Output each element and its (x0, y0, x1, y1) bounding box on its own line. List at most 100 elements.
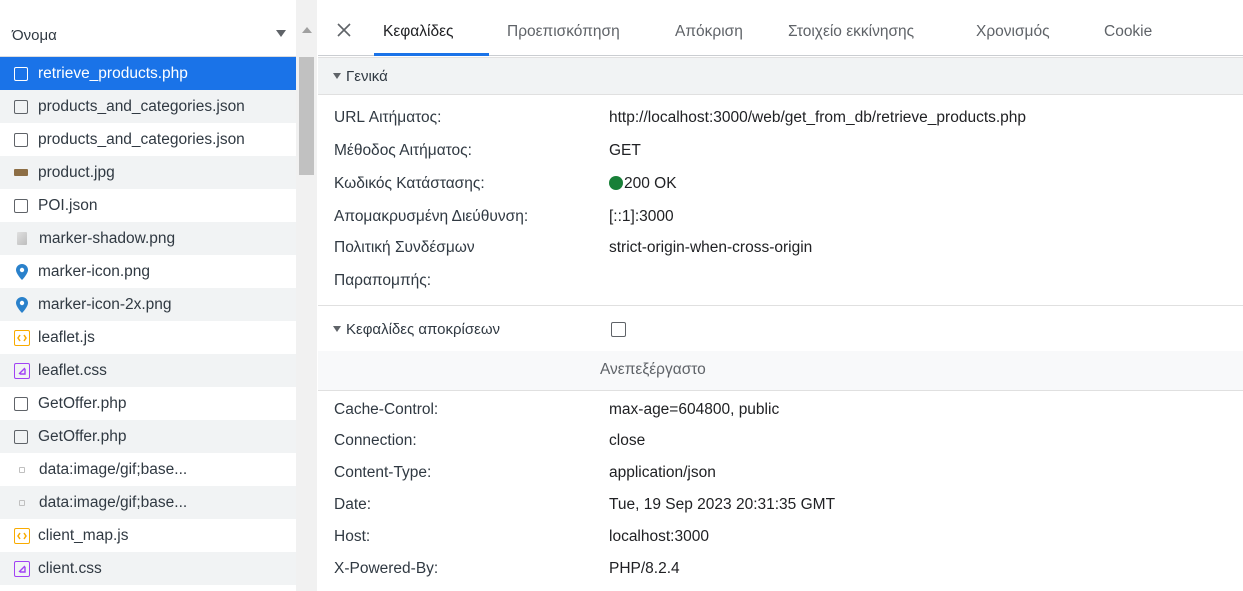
request-row[interactable]: leaflet.css (0, 354, 296, 387)
image-icon (14, 169, 28, 176)
general-section-header[interactable]: Γενικά (318, 57, 1243, 95)
request-row[interactable]: marker-icon.png (0, 255, 296, 288)
script-icon (14, 329, 30, 346)
image-icon (17, 232, 27, 245)
status-text: 200 OK (624, 175, 677, 192)
section-divider (318, 305, 1243, 306)
header-value: close (609, 432, 646, 449)
raw-toggle-row (318, 351, 1243, 391)
header-key: X-Powered-By: (334, 560, 439, 577)
request-row[interactable]: GetOffer.php (0, 387, 296, 420)
request-list-scrollbar[interactable] (296, 0, 317, 591)
map-marker-icon (14, 296, 30, 313)
tab-cookies[interactable]: Cookie (1104, 23, 1152, 41)
request-name: client.css (38, 559, 102, 577)
request-row[interactable]: products_and_categories.json (0, 90, 296, 123)
data-icon (19, 466, 25, 473)
header-key: Host: (334, 528, 371, 545)
header-value: http://localhost:3000/web/get_from_db/re… (609, 109, 1027, 126)
header-key: URL Αιτήματος: (334, 109, 442, 126)
request-name: marker-icon-2x.png (38, 295, 172, 313)
sort-descending-icon[interactable] (276, 30, 286, 37)
header-value: localhost:3000 (609, 528, 709, 545)
header-key: Date: (334, 496, 372, 513)
scrollbar-thumb[interactable] (299, 57, 314, 175)
request-name: leaflet.js (38, 328, 95, 346)
request-name: marker-icon.png (38, 262, 150, 280)
response-headers-section-title[interactable]: Κεφαλίδες αποκρίσεων (333, 321, 500, 338)
request-name: POI.json (38, 196, 98, 214)
document-icon (14, 99, 28, 114)
header-value: PHP/8.2.4 (609, 560, 680, 577)
name-column-title: Όνομα (12, 27, 57, 44)
request-row[interactable]: products_and_categories.json (0, 123, 296, 156)
tab-preview[interactable]: Προεπισκόπηση (507, 23, 620, 41)
raw-label[interactable]: Ανεπεξέργαστο (600, 361, 706, 379)
request-name: marker-shadow.png (39, 229, 176, 247)
request-row[interactable]: product.jpg (0, 156, 296, 189)
header-key: Κωδικός Κατάστασης: (334, 175, 485, 192)
header-value: max-age=604800, public (609, 401, 780, 418)
request-name: client_map.js (38, 526, 129, 544)
expand-triangle-icon (333, 326, 341, 332)
header-value: strict-origin-when-cross-origin (609, 239, 813, 256)
header-key: Πολιτική Συνδέσμων (334, 239, 475, 256)
request-details-panel: Κεφαλίδες Προεπισκόπηση Απόκριση Στοιχεί… (318, 0, 1243, 591)
request-row[interactable]: POI.json (0, 189, 296, 222)
request-row[interactable]: leaflet.js (0, 321, 296, 354)
header-key: Απομακρυσμένη Διεύθυνση: (334, 208, 529, 225)
header-key: Connection: (334, 432, 417, 449)
tab-headers[interactable]: Κεφαλίδες (383, 23, 453, 41)
request-name: product.jpg (38, 163, 115, 181)
header-value: [::1]:3000 (609, 208, 674, 225)
status-ok-icon (609, 176, 623, 190)
header-value: application/json (609, 464, 716, 481)
request-name: data:image/gif;base... (39, 493, 188, 511)
script-icon (14, 527, 30, 544)
status-code-value: 200 OK (609, 175, 677, 193)
tab-timing[interactable]: Χρονισμός (976, 23, 1050, 41)
document-icon (14, 396, 28, 411)
header-key: Παραπομπής: (334, 272, 432, 289)
request-row[interactable]: client_map.js (0, 519, 296, 552)
general-section-title: Γενικά (333, 68, 388, 85)
request-row[interactable]: marker-icon-2x.png (0, 288, 296, 321)
request-name: leaflet.css (38, 361, 107, 379)
document-icon (14, 198, 28, 213)
request-name: GetOffer.php (38, 394, 127, 412)
request-name: data:image/gif;base... (39, 460, 188, 478)
response-headers-title-text: Κεφαλίδες αποκρίσεων (346, 321, 501, 338)
map-marker-icon (14, 263, 30, 280)
stylesheet-icon (14, 362, 30, 379)
general-title-text: Γενικά (346, 68, 388, 85)
name-column-header[interactable]: Όνομα (0, 0, 296, 57)
header-key: Cache-Control: (334, 401, 439, 418)
stylesheet-icon (14, 560, 30, 577)
details-tab-bar: Κεφαλίδες Προεπισκόπηση Απόκριση Στοιχεί… (318, 0, 1243, 56)
raw-checkbox[interactable] (611, 322, 626, 337)
request-name: products_and_categories.json (38, 130, 245, 148)
tab-response[interactable]: Απόκριση (675, 23, 743, 41)
tab-initiator[interactable]: Στοιχείο εκκίνησης (788, 23, 914, 41)
document-icon (14, 429, 28, 444)
header-key: Content-Type: (334, 464, 432, 481)
request-row[interactable]: GetOffer.php (0, 420, 296, 453)
header-value: Tue, 19 Sep 2023 20:31:35 GMT (609, 496, 836, 513)
request-row[interactable]: retrieve_products.php (0, 57, 296, 90)
document-icon (14, 132, 28, 147)
data-icon (19, 499, 25, 506)
close-icon[interactable] (336, 22, 352, 38)
header-value: GET (609, 142, 641, 159)
request-row[interactable]: client.css (0, 552, 296, 585)
request-row[interactable]: data:image/gif;base... (0, 486, 296, 519)
request-row[interactable]: marker-shadow.png (0, 222, 296, 255)
request-name: retrieve_products.php (38, 64, 188, 82)
scroll-up-icon[interactable] (302, 27, 312, 33)
header-key: Μέθοδος Αιτήματος: (334, 142, 472, 159)
request-list-panel: Όνομα retrieve_products.php products_and… (0, 0, 317, 591)
active-tab-indicator (374, 53, 489, 56)
request-name: products_and_categories.json (38, 97, 245, 115)
expand-triangle-icon (333, 73, 341, 79)
document-icon (14, 66, 28, 81)
request-row[interactable]: data:image/gif;base... (0, 453, 296, 486)
